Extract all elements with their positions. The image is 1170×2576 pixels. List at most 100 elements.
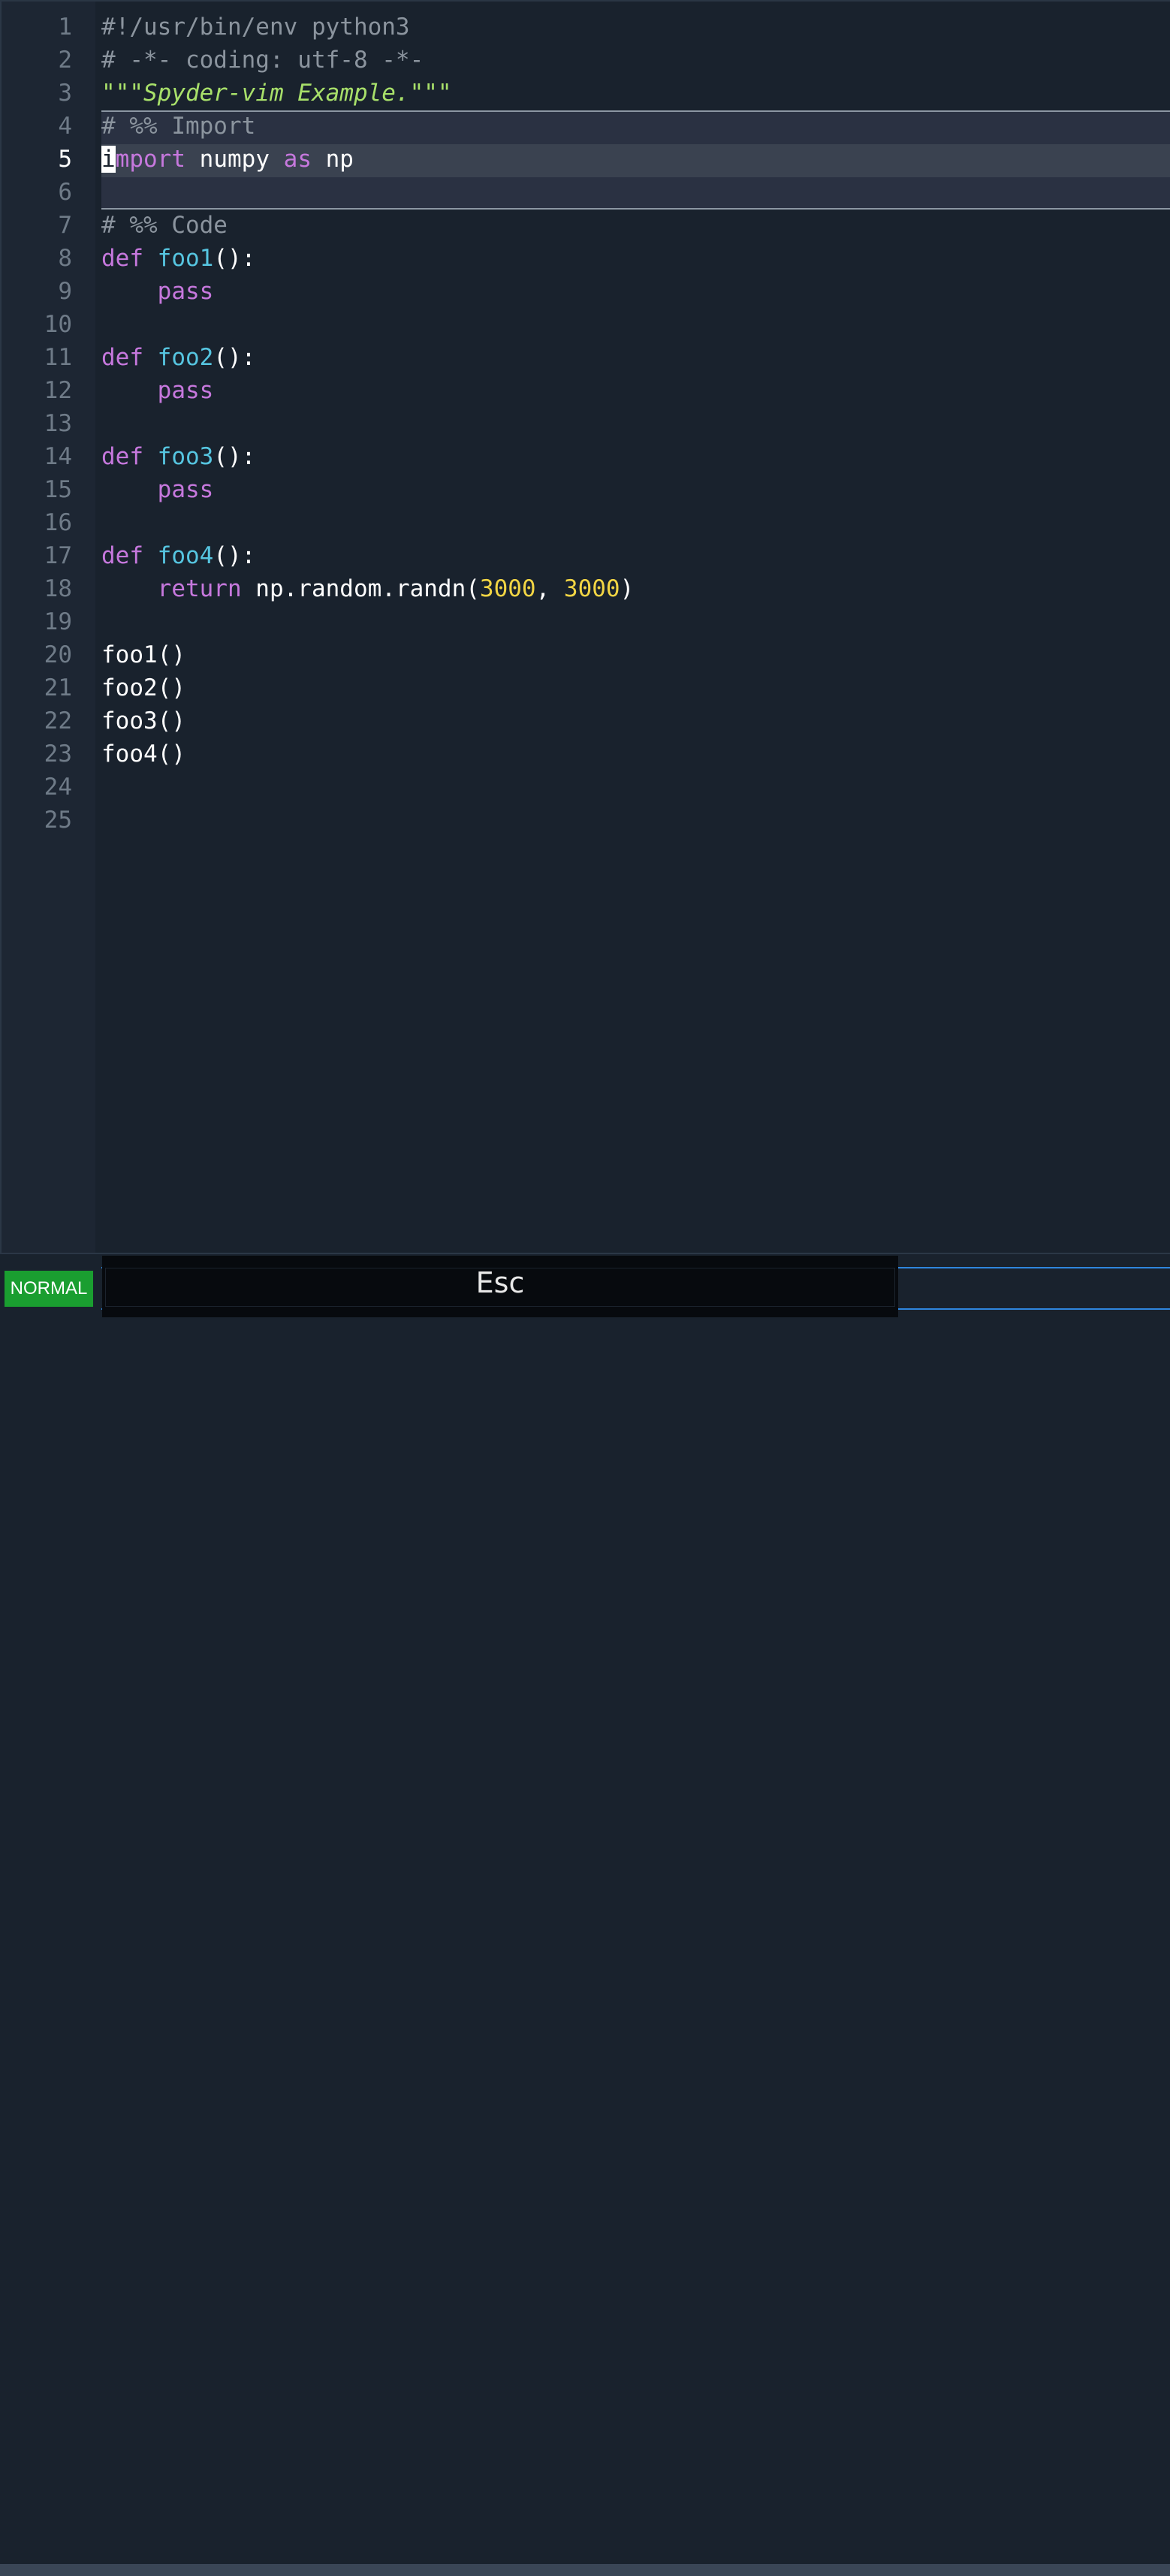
code-text: foo1() <box>101 638 185 671</box>
code-token: def <box>101 344 143 371</box>
code-text: foo4() <box>101 738 185 771</box>
line-number: 10 <box>44 311 72 338</box>
code-token: , <box>535 575 564 602</box>
text-cursor: i <box>101 146 116 173</box>
code-token: return <box>157 575 242 602</box>
code-text: pass <box>101 374 214 407</box>
code-line[interactable]: 14 def foo3(): <box>0 440 1170 473</box>
code-token: foo2() <box>101 674 185 701</box>
code-line[interactable]: 5 import numpy as np <box>0 143 1170 176</box>
code-token: # %% Import <box>101 113 256 140</box>
code-text: pass <box>101 275 214 308</box>
line-number: 24 <box>44 774 72 801</box>
code-line[interactable]: 8 def foo1(): <box>0 242 1170 275</box>
code-line[interactable]: 2 # -*- coding: utf-8 -*- <box>0 44 1170 77</box>
vim-mode-badge: NORMAL <box>5 1271 93 1307</box>
code-line[interactable]: 9 pass <box>0 275 1170 308</box>
line-number: 9 <box>58 278 72 305</box>
code-text: """Spyder-vim Example.""" <box>101 77 452 110</box>
line-number: 19 <box>44 608 72 635</box>
code-line[interactable]: 3 """Spyder-vim Example.""" <box>0 77 1170 110</box>
code-line[interactable]: 24 <box>0 771 1170 804</box>
code-line[interactable]: 16 <box>0 506 1170 539</box>
code-text: # %% Code <box>101 209 228 242</box>
line-number: 22 <box>44 707 72 734</box>
code-token: foo1() <box>101 641 185 668</box>
code-token: ) <box>620 575 635 602</box>
line-number: 1 <box>58 14 72 41</box>
line-number: 4 <box>58 113 72 140</box>
line-number: 13 <box>44 410 72 437</box>
code-token: mport <box>115 146 185 173</box>
code-token: np.random.randn( <box>241 575 480 602</box>
code-text: def foo4(): <box>101 539 255 572</box>
code-text: foo2() <box>101 671 185 704</box>
code-token: """Spyder-vim Example.""" <box>101 80 452 107</box>
code-line[interactable]: 4 # %% Import <box>0 110 1170 143</box>
code-line[interactable]: 15 pass <box>0 473 1170 506</box>
code-token: foo3 <box>157 443 214 470</box>
line-number: 23 <box>44 741 72 768</box>
code-editor[interactable]: 1 #!/usr/bin/env python3 2 # -*- coding: ut… <box>0 0 1170 1254</box>
code-line[interactable]: 20 foo1() <box>0 638 1170 671</box>
code-token: (): <box>213 344 256 371</box>
code-token: 3000 <box>479 575 536 602</box>
code-line[interactable]: 19 <box>0 605 1170 638</box>
code-line[interactable]: 10 <box>0 308 1170 341</box>
code-token: foo2 <box>157 344 214 371</box>
code-line[interactable]: 7 # %% Code <box>0 209 1170 242</box>
code-token: #!/usr/bin/env python3 <box>101 14 410 41</box>
code-token: foo4 <box>157 542 214 569</box>
line-number: 17 <box>44 542 72 569</box>
code-text: return np.random.randn(3000, 3000) <box>101 572 635 605</box>
code-text: def foo3(): <box>101 440 255 473</box>
keystroke-label: Esc <box>475 1266 525 1299</box>
code-token: pass <box>157 476 214 503</box>
code-text: def foo1(): <box>101 242 255 275</box>
code-token: as <box>283 146 312 173</box>
code-token: (): <box>213 245 256 272</box>
line-number: 5 <box>58 146 72 173</box>
line-number: 3 <box>58 80 72 107</box>
code-token: def <box>101 443 143 470</box>
code-line[interactable]: 23 foo4() <box>0 738 1170 771</box>
line-number: 12 <box>44 377 72 404</box>
code-line[interactable]: 6 <box>0 176 1170 209</box>
code-text: def foo2(): <box>101 341 255 374</box>
window-bottom-strip <box>0 2564 1170 2576</box>
code-text: pass <box>101 473 214 506</box>
line-number: 25 <box>44 807 72 834</box>
line-number: 6 <box>58 179 72 206</box>
code-line[interactable]: 11 def foo2(): <box>0 341 1170 374</box>
code-line[interactable]: 18 return np.random.randn(3000, 3000) <box>0 572 1170 605</box>
code-line[interactable]: 13 <box>0 407 1170 440</box>
code-text: # -*- coding: utf-8 -*- <box>101 44 424 77</box>
code-token: 3000 <box>563 575 620 602</box>
code-token: def <box>101 542 143 569</box>
code-line[interactable]: 12 pass <box>0 374 1170 407</box>
code-line[interactable]: 17 def foo4(): <box>0 539 1170 572</box>
code-token: numpy <box>185 146 284 173</box>
code-token: # -*- coding: utf-8 -*- <box>101 47 424 74</box>
code-token: foo4() <box>101 741 185 768</box>
line-number: 8 <box>58 245 72 272</box>
code-line[interactable]: 1 #!/usr/bin/env python3 <box>0 11 1170 44</box>
line-number: 14 <box>44 443 72 470</box>
code-token: # %% Code <box>101 212 228 239</box>
code-line[interactable]: 25 <box>0 804 1170 837</box>
code-token: (): <box>213 443 256 470</box>
line-number: 7 <box>58 212 72 239</box>
code-token: foo3() <box>101 707 185 734</box>
code-line[interactable]: 22 foo3() <box>0 704 1170 738</box>
code-token: (): <box>213 542 256 569</box>
line-number: 20 <box>44 641 72 668</box>
line-number: 21 <box>44 674 72 701</box>
code-line[interactable]: 21 foo2() <box>0 671 1170 704</box>
